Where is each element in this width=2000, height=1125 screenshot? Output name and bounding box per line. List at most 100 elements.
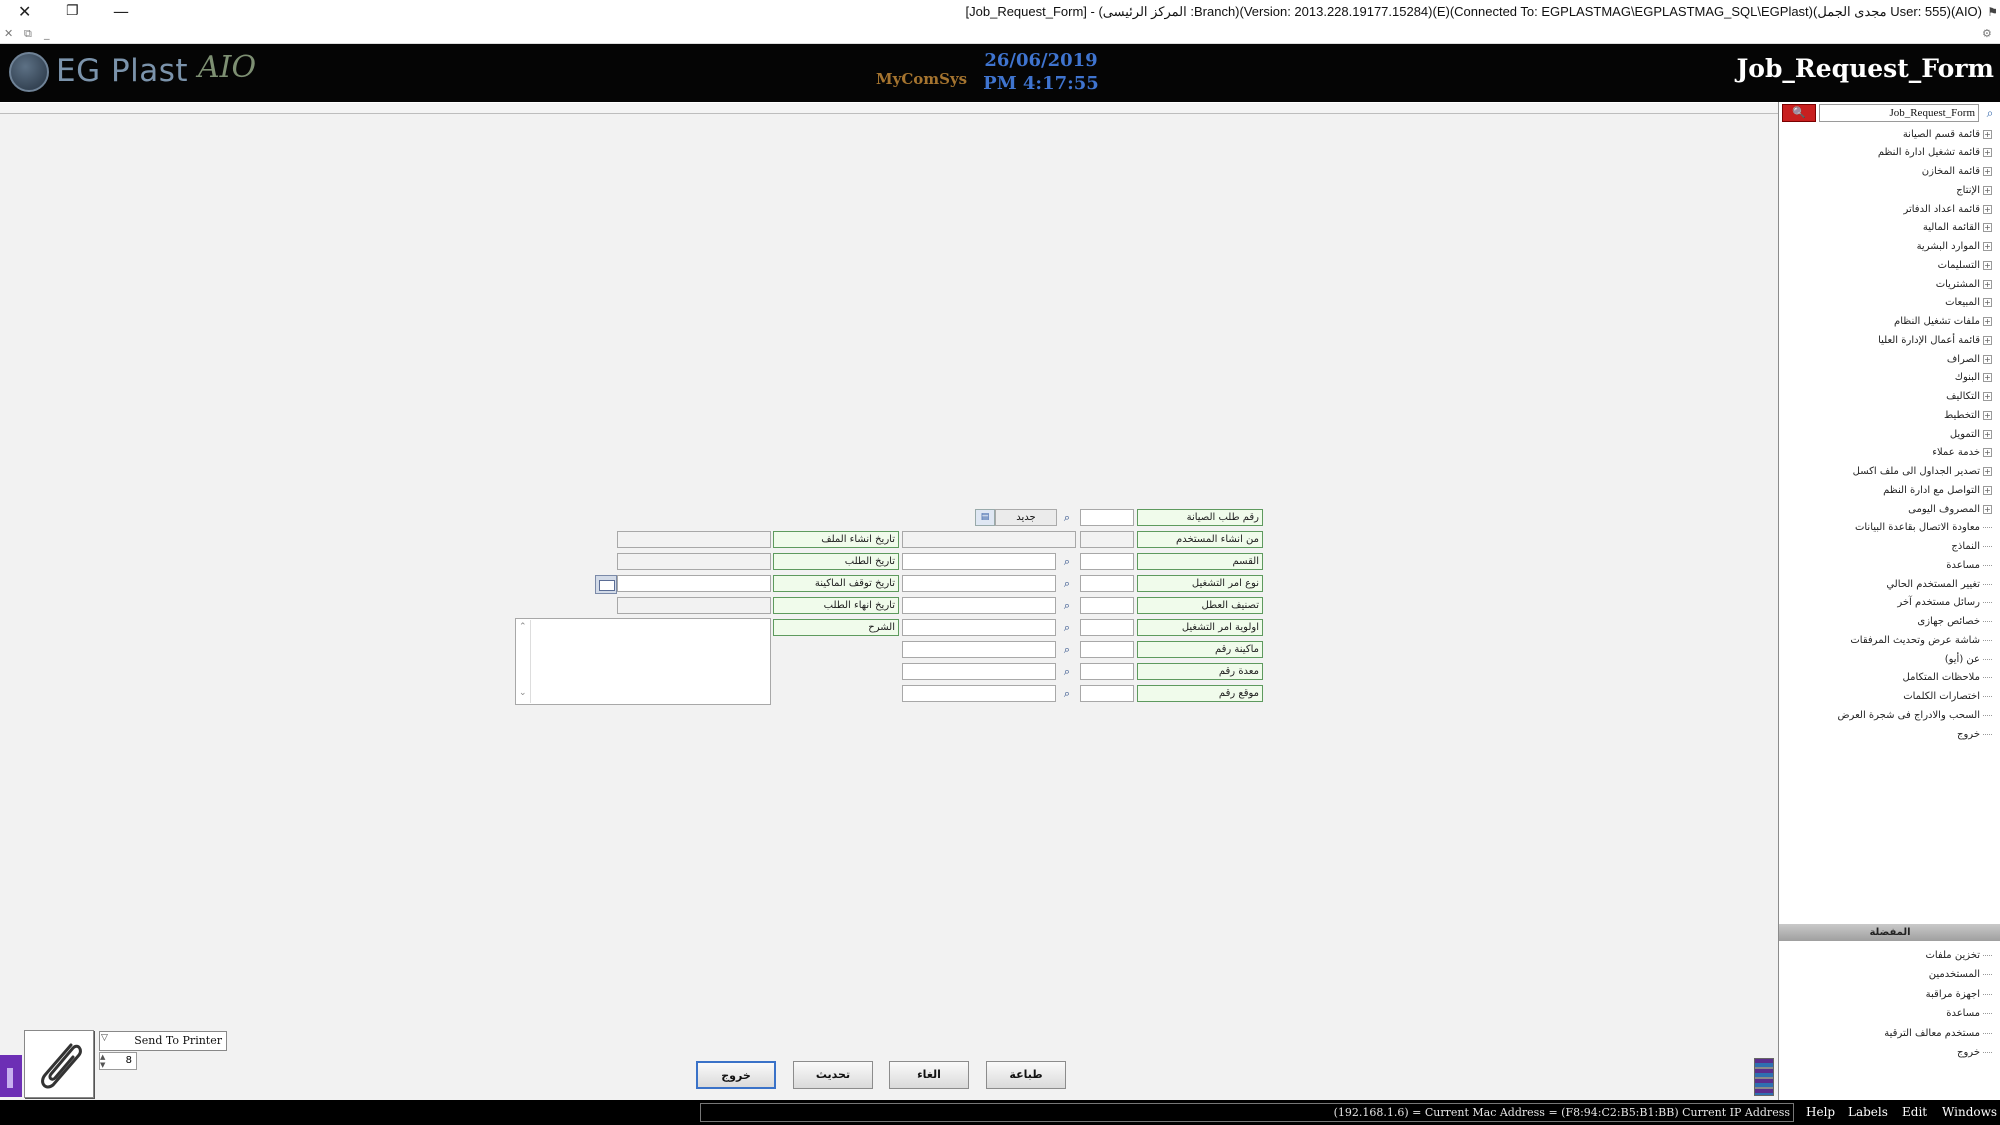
- request-date-field[interactable]: [617, 553, 771, 570]
- print-button[interactable]: طباعة: [986, 1061, 1066, 1089]
- tree-item[interactable]: + التواصل مع ادارة النظم: [1883, 482, 1992, 498]
- mdi-close-icon[interactable]: ✕: [4, 27, 13, 40]
- location-no-code[interactable]: [1080, 685, 1134, 702]
- expand-icon[interactable]: +: [1983, 260, 1992, 270]
- menu-help[interactable]: Help: [1806, 1105, 1835, 1119]
- description-textarea[interactable]: ⌃ ⌄: [515, 618, 771, 705]
- expand-icon[interactable]: +: [1983, 448, 1992, 458]
- tree-item[interactable]: السحب والادراج فى شجرة العرض: [1837, 707, 1992, 723]
- favorite-item[interactable]: مساعدة: [1946, 1006, 1992, 1022]
- side-tab[interactable]: [0, 1055, 22, 1097]
- tree-item[interactable]: + تصدير الجداول الى ملف اكسل: [1853, 464, 1992, 480]
- settings-icon[interactable]: ⚙: [1982, 27, 1992, 40]
- request-lookup-icon[interactable]: ⌕: [1058, 509, 1076, 526]
- new-document-icon[interactable]: ▤: [975, 509, 995, 526]
- equipment-lookup-icon[interactable]: ⌕: [1058, 663, 1076, 680]
- tree-item[interactable]: + قائمة تشغيل ادارة النظم: [1878, 145, 1992, 161]
- fault-class-code[interactable]: [1080, 597, 1134, 614]
- machine-no-code[interactable]: [1080, 641, 1134, 658]
- scroll-down-icon[interactable]: ⌄: [519, 688, 527, 698]
- expand-icon[interactable]: +: [1983, 467, 1992, 476]
- expand-icon[interactable]: +: [1983, 392, 1992, 401]
- tree-item[interactable]: + التسليمات: [1938, 257, 1992, 273]
- tree-item[interactable]: + الموارد البشرية: [1917, 239, 1992, 255]
- tree-item[interactable]: + التكاليف: [1946, 389, 1992, 405]
- restore-window-icon[interactable]: ❐: [66, 3, 79, 19]
- fault-class-lookup-icon[interactable]: ⌕: [1058, 597, 1076, 614]
- exit-button[interactable]: خروج: [696, 1061, 776, 1089]
- expand-icon[interactable]: +: [1983, 167, 1992, 176]
- order-type-lookup-icon[interactable]: ⌕: [1058, 575, 1076, 592]
- tree-item[interactable]: + خدمة عملاء: [1932, 445, 1992, 461]
- favorite-item[interactable]: تخزين ملفات: [1925, 947, 1992, 963]
- favorite-item[interactable]: المستخدمين: [1929, 967, 1992, 983]
- expand-icon[interactable]: +: [1983, 429, 1992, 439]
- expand-icon[interactable]: +: [1983, 279, 1992, 289]
- order-type-code[interactable]: [1080, 575, 1134, 592]
- tree-item[interactable]: + قائمة اعداد الدفاتر: [1903, 201, 1992, 217]
- expand-icon[interactable]: +: [1983, 485, 1992, 495]
- favorite-item[interactable]: اجهزة مراقبة: [1926, 986, 1992, 1002]
- stepper-arrows-icon[interactable]: ▲ ▼: [100, 1053, 110, 1069]
- expand-icon[interactable]: +: [1983, 204, 1992, 214]
- update-button[interactable]: تحديث: [793, 1061, 873, 1089]
- tree-item[interactable]: معاودة الاتصال بقاعدة البيانات: [1855, 520, 1992, 536]
- expand-icon[interactable]: +: [1983, 242, 1992, 251]
- menu-search-input[interactable]: Job_Request_Form: [1819, 104, 1979, 122]
- attachment-button[interactable]: [24, 1030, 94, 1098]
- tree-item[interactable]: + قائمة المخازن: [1922, 164, 1992, 180]
- tree-item[interactable]: خروج: [1957, 726, 1992, 742]
- expand-icon[interactable]: +: [1983, 504, 1992, 514]
- tree-item[interactable]: + البنوك: [1955, 370, 1992, 386]
- request-end-date-field[interactable]: [617, 597, 771, 614]
- department-lookup-icon[interactable]: ⌕: [1058, 553, 1076, 570]
- tree-item[interactable]: + المصروف اليومى: [1908, 501, 1992, 517]
- favorite-item[interactable]: مستخدم معالف الترقية: [1884, 1025, 1992, 1041]
- priority-code[interactable]: [1080, 619, 1134, 636]
- minimize-window-icon[interactable]: —: [113, 2, 129, 21]
- description-scrollbar[interactable]: ⌃ ⌄: [517, 620, 531, 703]
- expand-icon[interactable]: +: [1983, 185, 1992, 195]
- cancel-button[interactable]: الغاء: [889, 1061, 969, 1089]
- new-request-button[interactable]: جديد: [995, 509, 1057, 526]
- expand-icon[interactable]: +: [1983, 354, 1992, 364]
- tree-item[interactable]: شاشة عرض وتحديث المرفقات: [1850, 632, 1992, 648]
- menu-edit[interactable]: Edit: [1902, 1105, 1927, 1119]
- location-lookup-icon[interactable]: ⌕: [1058, 685, 1076, 702]
- machine-stop-date-field[interactable]: [617, 575, 771, 592]
- expand-icon[interactable]: +: [1983, 373, 1992, 383]
- chevron-down-icon[interactable]: ▽: [101, 1033, 111, 1047]
- close-window-icon[interactable]: ✕: [18, 2, 31, 21]
- tree-item[interactable]: اختصارات الكلمات: [1903, 689, 1992, 705]
- mdi-restore-icon[interactable]: ⧉: [24, 27, 32, 41]
- tree-item[interactable]: عن (أيو): [1945, 651, 1992, 667]
- expand-icon[interactable]: +: [1983, 148, 1992, 158]
- menu-labels[interactable]: Labels: [1848, 1105, 1888, 1119]
- expand-icon[interactable]: +: [1983, 129, 1992, 139]
- calendar-icon[interactable]: [595, 575, 617, 594]
- search-icon[interactable]: ⌕: [1982, 104, 1998, 122]
- menu-windows[interactable]: Windows: [1942, 1105, 1997, 1119]
- tree-item[interactable]: + القائمة المالية: [1923, 220, 1992, 236]
- request-no-code[interactable]: [1080, 509, 1134, 526]
- favorite-item[interactable]: خروج: [1957, 1045, 1992, 1061]
- tree-item[interactable]: + قائمة أعمال الإدارة العليا: [1878, 332, 1992, 348]
- tree-item[interactable]: + التخطيط: [1944, 407, 1992, 423]
- tree-item[interactable]: + ملفات تشغيل النظام: [1894, 314, 1992, 330]
- tree-item[interactable]: + الصراف: [1947, 351, 1992, 367]
- tree-item[interactable]: خصائص جهازى: [1917, 614, 1992, 630]
- mdi-minimize-icon[interactable]: _: [44, 27, 50, 40]
- scroll-up-icon[interactable]: ⌃: [519, 622, 527, 632]
- tree-item[interactable]: تغيير المستخدم الحالي: [1886, 576, 1992, 592]
- tree-item[interactable]: رسائل مستخدم آخر: [1897, 595, 1992, 611]
- tree-item[interactable]: + الإنتاج: [1956, 182, 1992, 198]
- tree-item[interactable]: + المشتريات: [1936, 276, 1992, 292]
- expand-icon[interactable]: +: [1983, 335, 1992, 345]
- tree-item[interactable]: النماذج: [1951, 539, 1992, 555]
- expand-icon[interactable]: +: [1983, 410, 1992, 420]
- tree-item[interactable]: ملاحظات المتكامل: [1903, 670, 1992, 686]
- tree-item[interactable]: + قائمة قسم الصيانة: [1903, 126, 1992, 142]
- machine-lookup-icon[interactable]: ⌕: [1058, 641, 1076, 658]
- books-icon[interactable]: [1754, 1058, 1774, 1096]
- tree-item[interactable]: + المبيعات: [1945, 295, 1992, 311]
